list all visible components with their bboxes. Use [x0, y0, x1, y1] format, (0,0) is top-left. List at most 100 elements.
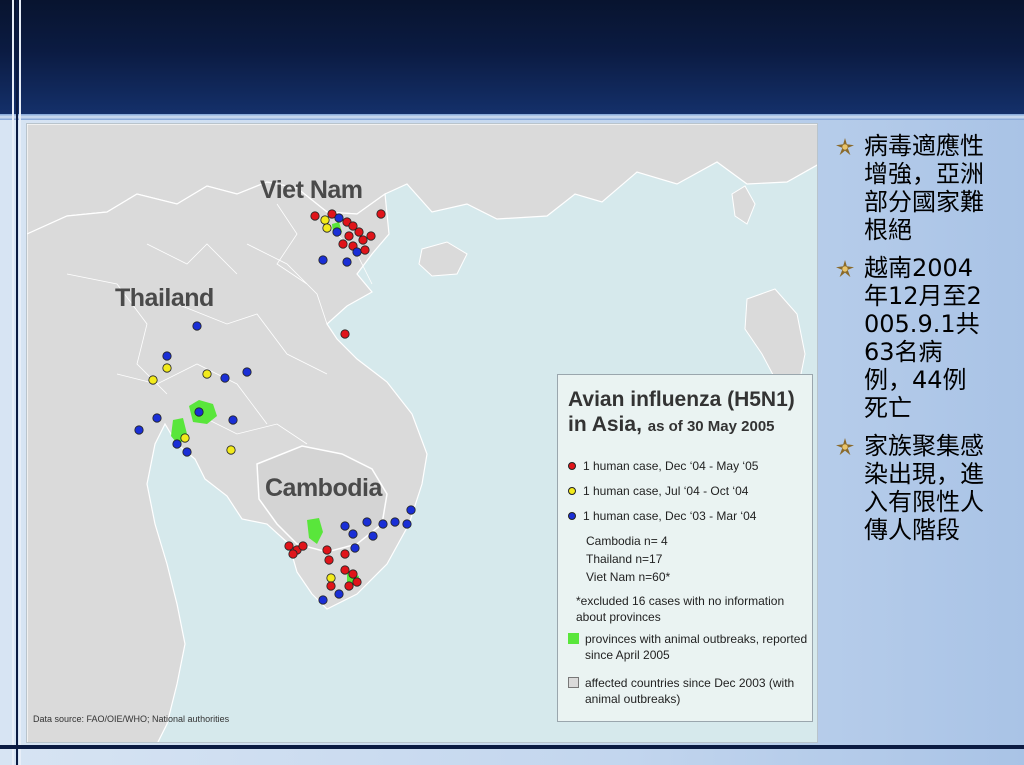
case-dot — [220, 373, 230, 383]
case-dot — [134, 425, 144, 435]
legend-title-line2: in Asia, — [568, 413, 642, 436]
legend-item-red: 1 human case, Dec ‘04 - May ‘05 — [568, 459, 758, 473]
case-dot — [284, 541, 294, 551]
case-dot — [348, 529, 358, 539]
case-dot — [226, 445, 236, 455]
case-dot — [148, 375, 158, 385]
case-dot — [182, 447, 192, 457]
case-dot — [334, 213, 344, 223]
case-dot — [310, 211, 320, 221]
case-dot — [378, 519, 388, 529]
bullet-list: 病毒適應性增強，亞洲部分國家難根絕 越南2004年12月至2005.9.1共63… — [836, 132, 1020, 554]
slide-header-band — [0, 0, 1024, 114]
legend-date: as of 30 May 2005 — [647, 418, 775, 435]
case-dot — [228, 415, 238, 425]
case-dot — [340, 329, 350, 339]
star-bullet-icon — [836, 438, 854, 456]
case-dot — [376, 209, 386, 219]
land-taiwan — [731, 185, 756, 225]
case-dot — [334, 589, 344, 599]
case-dot — [368, 531, 378, 541]
case-dot — [354, 227, 364, 237]
case-dot — [194, 407, 204, 417]
legend-count-cambodia: Cambodia n= 4 — [586, 534, 668, 548]
case-dot — [162, 351, 172, 361]
star-bullet-icon — [836, 138, 854, 156]
legend-outbreak: provinces with animal outbreaks, reporte… — [568, 631, 808, 663]
bullet-text: 家族聚集感染出現，進入有限性人傳人階段 — [864, 432, 984, 544]
case-dot — [350, 543, 360, 553]
header-divider — [0, 114, 1024, 120]
red-dot-icon — [568, 462, 576, 470]
legend-count-thailand: Thailand n=17 — [586, 552, 663, 566]
legend-item-label: 1 human case, Jul ‘04 - Oct ‘04 — [583, 484, 749, 498]
bullet-item: 病毒適應性增強，亞洲部分國家難根絕 — [836, 132, 1020, 244]
case-dot — [322, 223, 332, 233]
star-bullet-icon — [836, 260, 854, 278]
case-dot — [326, 581, 336, 591]
case-dot — [242, 367, 252, 377]
yellow-dot-icon — [568, 487, 576, 495]
land-indochina — [27, 181, 428, 742]
legend-excluded-note: *excluded 16 cases with no information a… — [576, 594, 785, 624]
case-dot — [162, 363, 172, 373]
label-vietnam: Viet Nam — [260, 176, 363, 204]
case-dot — [344, 581, 354, 591]
legend-title-line1: Avian influenza (H5N1) — [568, 388, 795, 411]
bottom-frame-line — [0, 745, 1024, 749]
case-dot — [298, 541, 308, 551]
h5n1-map: Viet Nam Thailand Cambodia Data source: … — [26, 123, 818, 743]
case-dot — [402, 519, 412, 529]
legend-item-yellow: 1 human case, Jul ‘04 - Oct ‘04 — [568, 484, 748, 498]
left-frame-line-inner — [19, 0, 21, 765]
map-legend: Avian influenza (H5N1) in Asia, as of 30… — [557, 374, 813, 722]
case-dot — [318, 255, 328, 265]
legend-item-label: 1 human case, Dec ‘04 - May ‘05 — [583, 459, 759, 473]
case-dot — [348, 569, 358, 579]
legend-affected-label: affected countries since Dec 2003 (with … — [585, 676, 795, 706]
legend-title: Avian influenza (H5N1) in Asia, as of 30… — [568, 387, 808, 439]
affected-swatch-icon — [568, 677, 579, 688]
land-hainan — [418, 241, 468, 277]
case-dot — [318, 595, 328, 605]
legend-item-blue: 1 human case, Dec ‘03 - Mar ‘04 — [568, 509, 756, 523]
bullet-item: 家族聚集感染出現，進入有限性人傳人階段 — [836, 432, 1020, 544]
case-dot — [340, 521, 350, 531]
case-dot — [192, 321, 202, 331]
legend-outbreak-label: provinces with animal outbreaks, reporte… — [585, 632, 808, 662]
case-dot — [340, 565, 350, 575]
legend-count-vietnam: Viet Nam n=60* — [586, 570, 671, 584]
case-dot — [340, 549, 350, 559]
case-dot — [342, 257, 352, 267]
bullet-text: 越南2004年12月至2005.9.1共63名病例，44例死亡 — [864, 254, 982, 422]
case-dot — [332, 227, 342, 237]
left-frame-line — [12, 0, 14, 765]
case-dot — [360, 245, 370, 255]
case-dot — [180, 433, 190, 443]
case-dot — [344, 231, 354, 241]
case-dot — [390, 517, 400, 527]
bullet-text: 病毒適應性增強，亞洲部分國家難根絕 — [864, 132, 984, 244]
blue-dot-icon — [568, 512, 576, 520]
case-dot — [352, 247, 362, 257]
outbreak-swatch-icon — [568, 633, 579, 644]
case-dot — [324, 555, 334, 565]
case-dot — [406, 505, 416, 515]
legend-item-label: 1 human case, Dec ‘03 - Mar ‘04 — [583, 509, 757, 523]
label-thailand: Thailand — [115, 284, 214, 312]
case-dot — [326, 573, 336, 583]
left-frame-line-dark — [16, 0, 18, 765]
case-dot — [202, 369, 212, 379]
case-dot — [366, 231, 376, 241]
legend-affected: affected countries since Dec 2003 (with … — [568, 675, 808, 707]
case-dot — [288, 549, 298, 559]
case-dot — [362, 517, 372, 527]
bullet-item: 越南2004年12月至2005.9.1共63名病例，44例死亡 — [836, 254, 1020, 422]
case-dot — [322, 545, 332, 555]
case-dot — [172, 439, 182, 449]
case-dot — [320, 215, 330, 225]
data-source-note: Data source: FAO/OIE/WHO; National autho… — [33, 714, 230, 724]
label-cambodia: Cambodia — [265, 474, 382, 502]
case-dot — [352, 577, 362, 587]
case-dot — [358, 235, 368, 245]
